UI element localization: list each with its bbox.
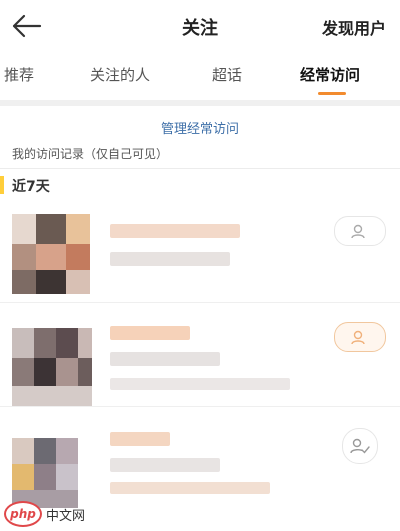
list-item[interactable] xyxy=(0,200,400,300)
user-name xyxy=(110,326,190,340)
top-bar: 关注 发现用户 xyxy=(0,0,400,52)
watermark: php 中文网 xyxy=(4,501,85,527)
visit-records-label: 我的访问记录（仅自己可见） xyxy=(12,147,169,161)
user-subtitle xyxy=(110,458,220,472)
user-description xyxy=(110,378,290,390)
followed-icon xyxy=(350,438,370,454)
watermark-text: 中文网 xyxy=(46,508,86,524)
tab-recommend[interactable]: 推荐 xyxy=(4,64,34,85)
followed-button[interactable] xyxy=(342,428,378,464)
list-item[interactable] xyxy=(0,304,400,406)
tab-super-topic[interactable]: 超话 xyxy=(212,64,242,85)
tab-following[interactable]: 关注的人 xyxy=(90,64,150,85)
user-name xyxy=(110,224,240,238)
list-item[interactable] xyxy=(0,410,400,510)
follow-add-icon xyxy=(351,224,365,239)
section-label: 近7天 xyxy=(12,179,50,195)
discover-users-button[interactable]: 发现用户 xyxy=(322,15,386,39)
divider xyxy=(0,168,400,169)
avatar xyxy=(12,214,100,294)
follow-button[interactable] xyxy=(334,216,386,246)
row-divider xyxy=(0,302,400,303)
active-tab-indicator xyxy=(318,92,346,95)
section-accent-bar xyxy=(0,176,4,194)
follow-add-icon xyxy=(351,330,365,345)
user-subtitle xyxy=(110,252,230,266)
avatar xyxy=(12,318,100,406)
follow-button[interactable] xyxy=(334,322,386,352)
avatar xyxy=(12,424,100,508)
user-subtitle xyxy=(110,352,220,366)
section-header: 近7天 xyxy=(0,172,400,198)
tab-bar: 推荐 关注的人 超话 经常访问 xyxy=(0,56,400,98)
manage-frequent-visits-link[interactable]: 管理经常访问 xyxy=(0,118,400,137)
user-name xyxy=(110,432,170,446)
php-logo: php xyxy=(4,501,42,527)
row-divider xyxy=(0,406,400,407)
tab-frequent-visits[interactable]: 经常访问 xyxy=(300,64,360,85)
section-gap xyxy=(0,100,400,106)
user-description xyxy=(110,482,270,494)
